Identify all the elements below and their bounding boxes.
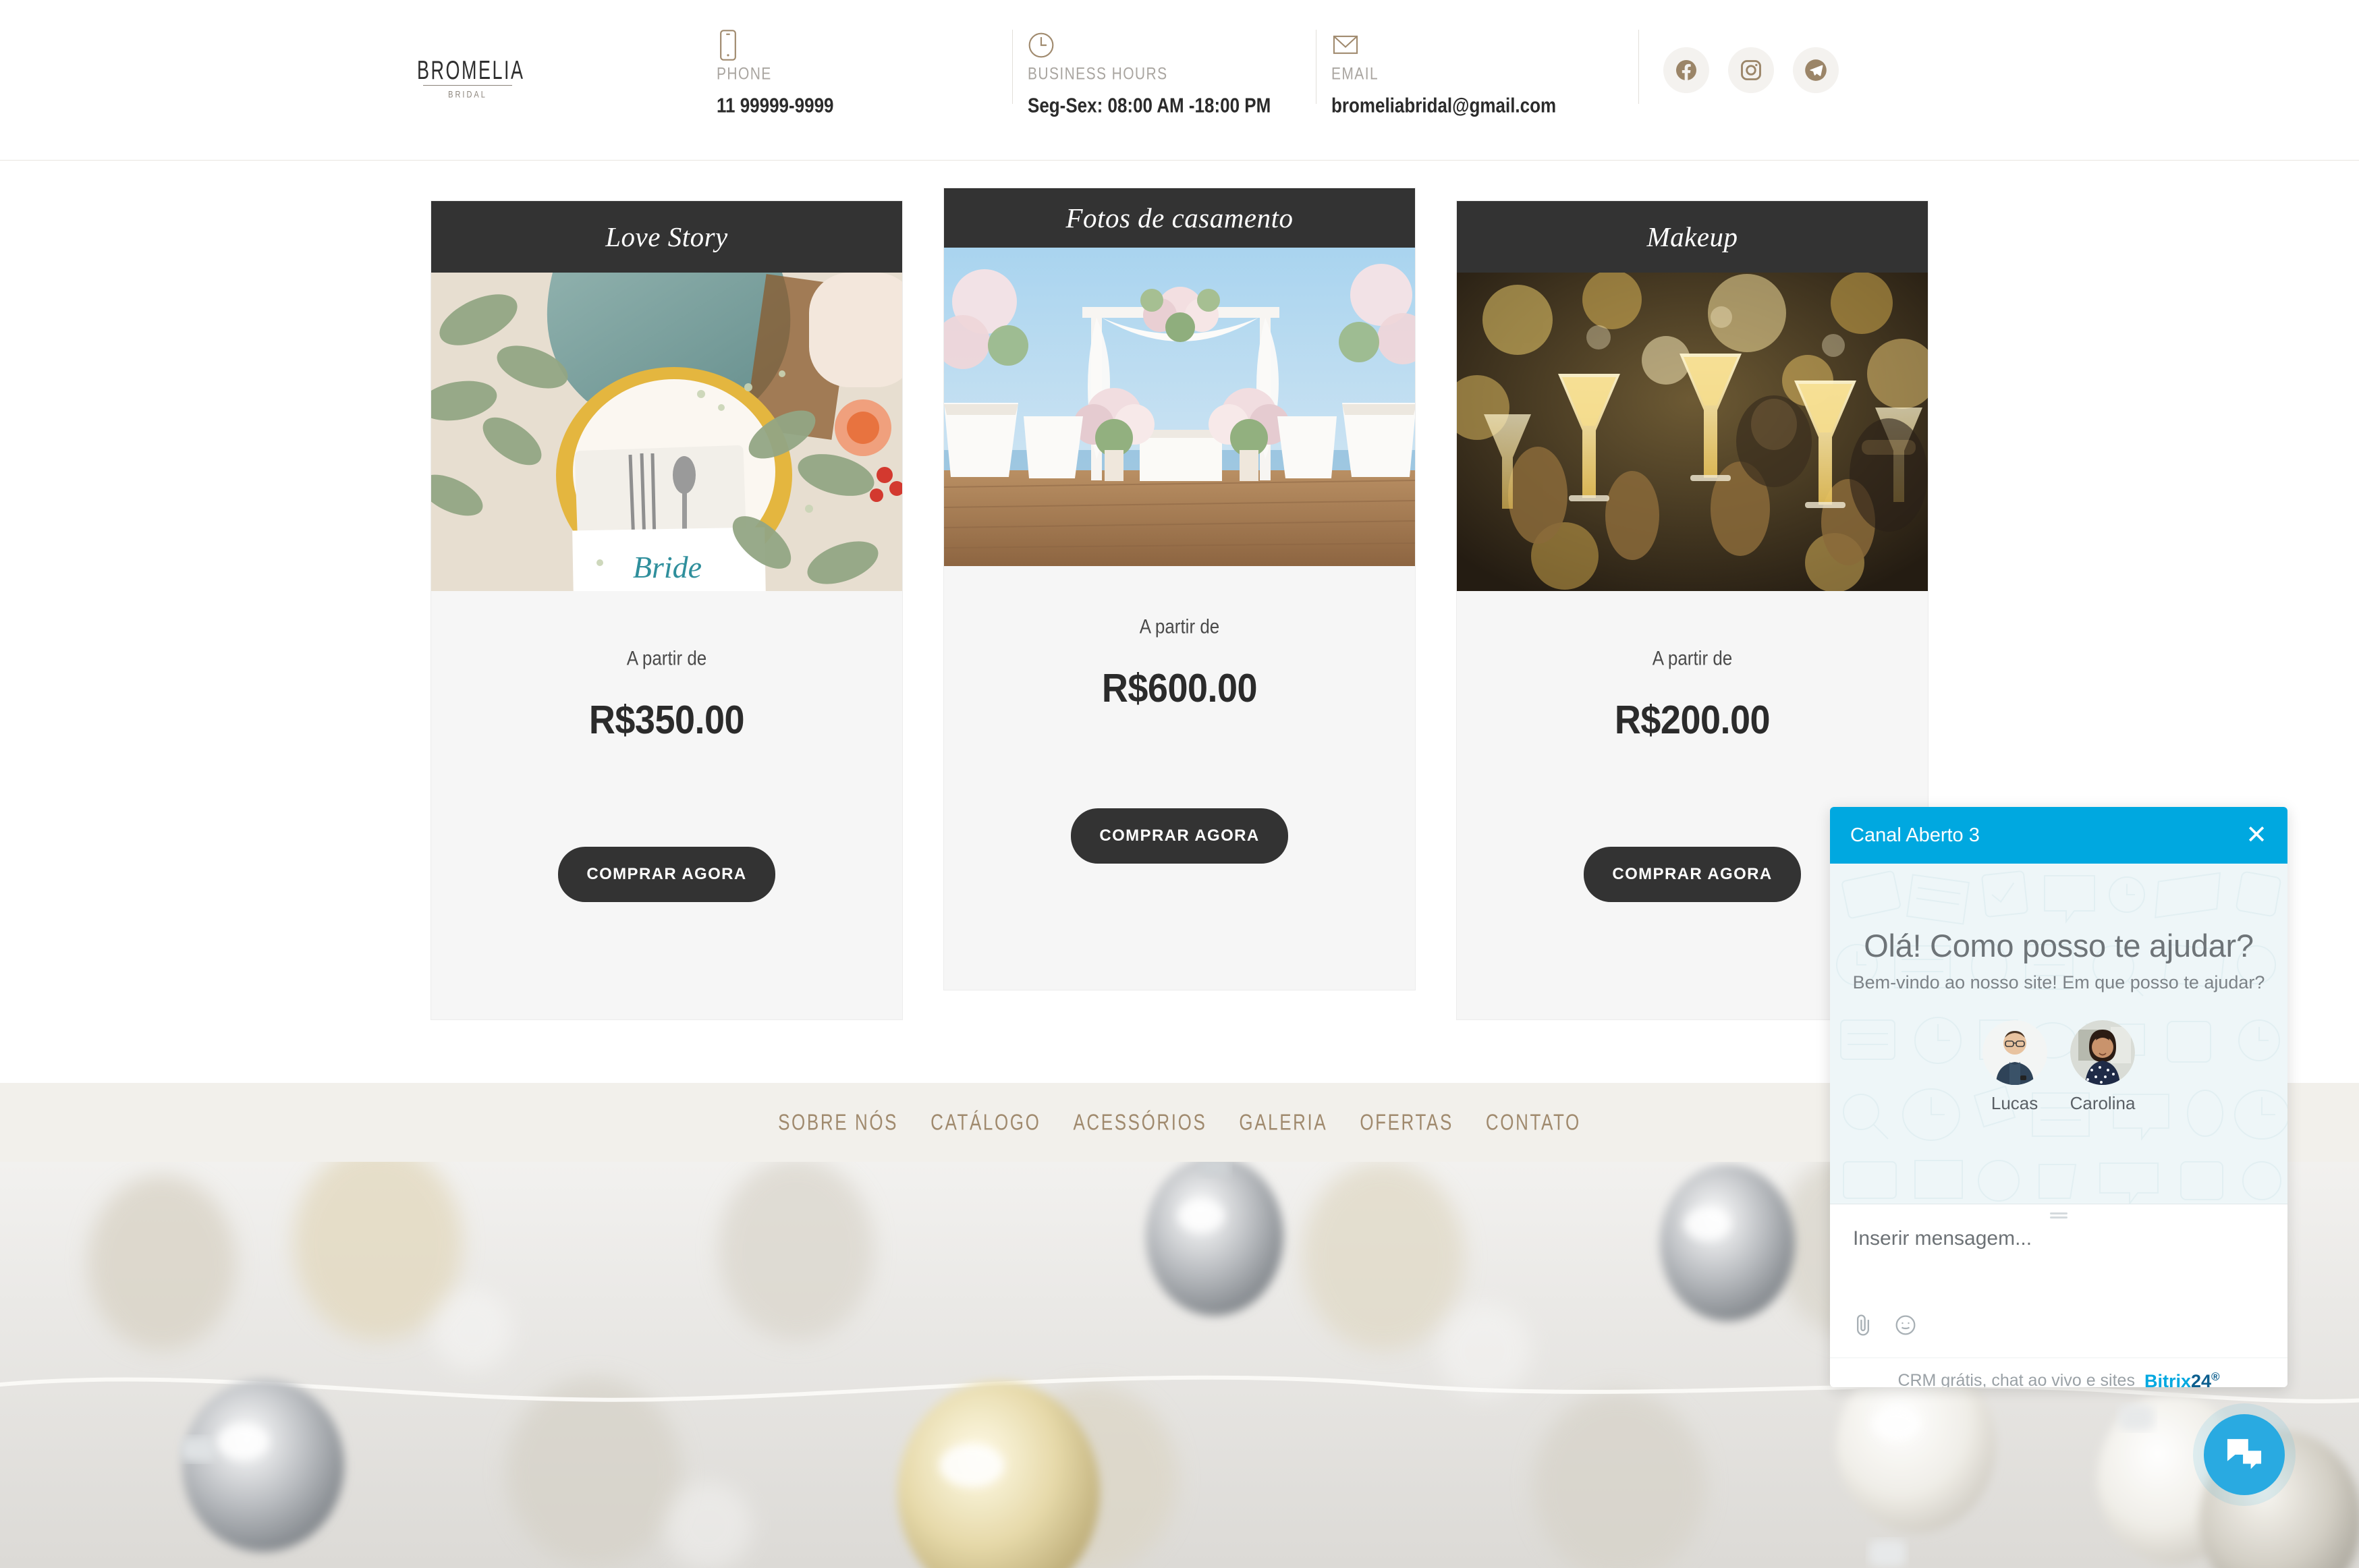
emoji-icon[interactable] <box>1895 1314 1916 1339</box>
nav-item-acessorios[interactable]: ACESSÓRIOS <box>1057 1109 1223 1136</box>
nav-list: SOBRE NÓS CATÁLOGO ACESSÓRIOS GALERIA OF… <box>762 1109 1597 1136</box>
page-root: BROMELIA BRIDAL PHONE 11 99999-9999 BUSI… <box>0 0 2359 1568</box>
card-image-makeup <box>1457 273 1928 591</box>
resize-handle[interactable] <box>2050 1212 2067 1219</box>
instagram-icon <box>1741 60 1761 80</box>
facebook-link[interactable] <box>1663 47 1709 93</box>
card-body: A partir de R$350.00 COMPRAR AGORA <box>431 591 902 1019</box>
clock-icon <box>1028 30 1271 61</box>
site-header: BROMELIA BRIDAL PHONE 11 99999-9999 BUSI… <box>0 0 2359 161</box>
chat-widget[interactable]: Canal Aberto 3 ✕ Olá! Como posso te ajud… <box>1830 807 2287 1387</box>
social-links <box>1663 47 1839 93</box>
phone-icon <box>717 30 834 61</box>
chat-operators: Lucas Carolina <box>1982 1020 2136 1114</box>
avatar <box>1982 1020 2047 1085</box>
nav-item-sobre-nos[interactable]: SOBRE NÓS <box>762 1109 914 1136</box>
phone-value[interactable]: 11 99999-9999 <box>717 93 834 118</box>
message-input[interactable]: Inserir mensagem... <box>1853 1227 2265 1250</box>
phone-label: PHONE <box>717 65 772 84</box>
product-card[interactable]: Love Story Bride A partir de R$350.00 CO… <box>431 200 903 1020</box>
operator-name: Carolina <box>2070 1093 2136 1113</box>
bitrix24-logo[interactable]: Bitrix24® <box>2144 1370 2220 1388</box>
card-title: Love Story <box>605 221 728 252</box>
card-from-label: A partir de <box>1139 615 1220 638</box>
hours-label: BUSINESS HOURS <box>1028 65 1168 84</box>
nav-item-galeria[interactable]: GALERIA <box>1223 1109 1343 1136</box>
facebook-icon <box>1675 59 1697 80</box>
logo-title: BROMELIA <box>417 55 525 85</box>
card-title: Makeup <box>1646 221 1738 252</box>
card-from-label: A partir de <box>1652 646 1733 670</box>
chat-subtitle: Bem-vindo ao nosso site! Em que posso te… <box>1852 972 2265 992</box>
chat-header: Canal Aberto 3 ✕ <box>1830 807 2287 864</box>
chat-launcher-button[interactable] <box>2204 1414 2285 1495</box>
brand-part-2: 24 <box>2190 1370 2212 1388</box>
card-title: Fotos de casamento <box>1065 202 1294 233</box>
email-label: EMAIL <box>1331 65 1379 84</box>
logo-divider <box>423 85 512 86</box>
nav-item-contato[interactable]: CONTATO <box>1470 1109 1597 1136</box>
chat-title: Canal Aberto 3 <box>1850 824 1980 846</box>
card-image-wedding-photos <box>944 248 1415 566</box>
operator[interactable]: Lucas <box>1982 1020 2047 1114</box>
telegram-icon <box>1805 59 1827 81</box>
brand-part-3: ® <box>2211 1370 2220 1383</box>
header-contact-email: EMAIL bromeliabridal@gmail.com <box>1316 30 1556 117</box>
card-body: A partir de R$600.00 COMPRAR AGORA <box>944 566 1415 990</box>
card-header: Fotos de casamento <box>944 188 1415 248</box>
brand-logo[interactable]: BROMELIA BRIDAL <box>417 55 525 100</box>
attachment-icon[interactable] <box>1853 1314 1873 1340</box>
card-from-label: A partir de <box>626 646 707 670</box>
chat-input-area[interactable]: Inserir mensagem... <box>1830 1204 2287 1357</box>
nav-item-catalogo[interactable]: CATÁLOGO <box>914 1109 1057 1136</box>
brand-part-1: Bitrix <box>2144 1370 2191 1388</box>
buy-now-button[interactable]: COMPRAR AGORA <box>1584 847 1801 902</box>
chat-bubbles-icon <box>2227 1438 2262 1469</box>
chat-footer-text: CRM grátis, chat ao vivo e sites <box>1897 1371 2135 1387</box>
card-header: Love Story <box>431 201 902 273</box>
card-price: R$200.00 <box>1614 698 1771 743</box>
chat-tools <box>1853 1314 1916 1340</box>
card-header: Makeup <box>1457 201 1928 273</box>
svg-text:Bride: Bride <box>633 550 702 584</box>
product-card[interactable]: Fotos de casamento A partir de R$600.00 … <box>943 188 1416 990</box>
instagram-link[interactable] <box>1728 47 1774 93</box>
avatar <box>2070 1020 2135 1085</box>
header-divider <box>1638 30 1639 104</box>
buy-now-button[interactable]: COMPRAR AGORA <box>558 847 775 902</box>
card-price: R$350.00 <box>588 698 745 743</box>
operator-name: Lucas <box>1991 1093 2038 1113</box>
chat-body: Olá! Como posso te ajudar? Bem-vindo ao … <box>1830 864 2287 1204</box>
header-contact-hours: BUSINESS HOURS Seg-Sex: 08:00 AM -18:00 … <box>1012 30 1271 117</box>
header-contact-phone: PHONE 11 99999-9999 <box>702 30 834 117</box>
close-icon[interactable]: ✕ <box>2246 822 2267 848</box>
chat-footer: CRM grátis, chat ao vivo e sites Bitrix2… <box>1830 1357 2287 1387</box>
chat-greeting: Olá! Como posso te ajudar? <box>1864 928 2254 963</box>
card-price: R$600.00 <box>1101 666 1258 711</box>
email-value[interactable]: bromeliabridal@gmail.com <box>1331 93 1556 118</box>
nav-item-ofertas[interactable]: OFERTAS <box>1343 1109 1470 1136</box>
hours-value: Seg-Sex: 08:00 AM -18:00 PM <box>1028 93 1271 117</box>
buy-now-button[interactable]: COMPRAR AGORA <box>1071 808 1288 864</box>
logo-subtitle: BRIDAL <box>448 90 487 100</box>
card-image-love-story: Bride <box>431 273 902 591</box>
email-icon <box>1331 30 1556 61</box>
telegram-link[interactable] <box>1793 47 1839 93</box>
operator[interactable]: Carolina <box>2070 1020 2136 1114</box>
